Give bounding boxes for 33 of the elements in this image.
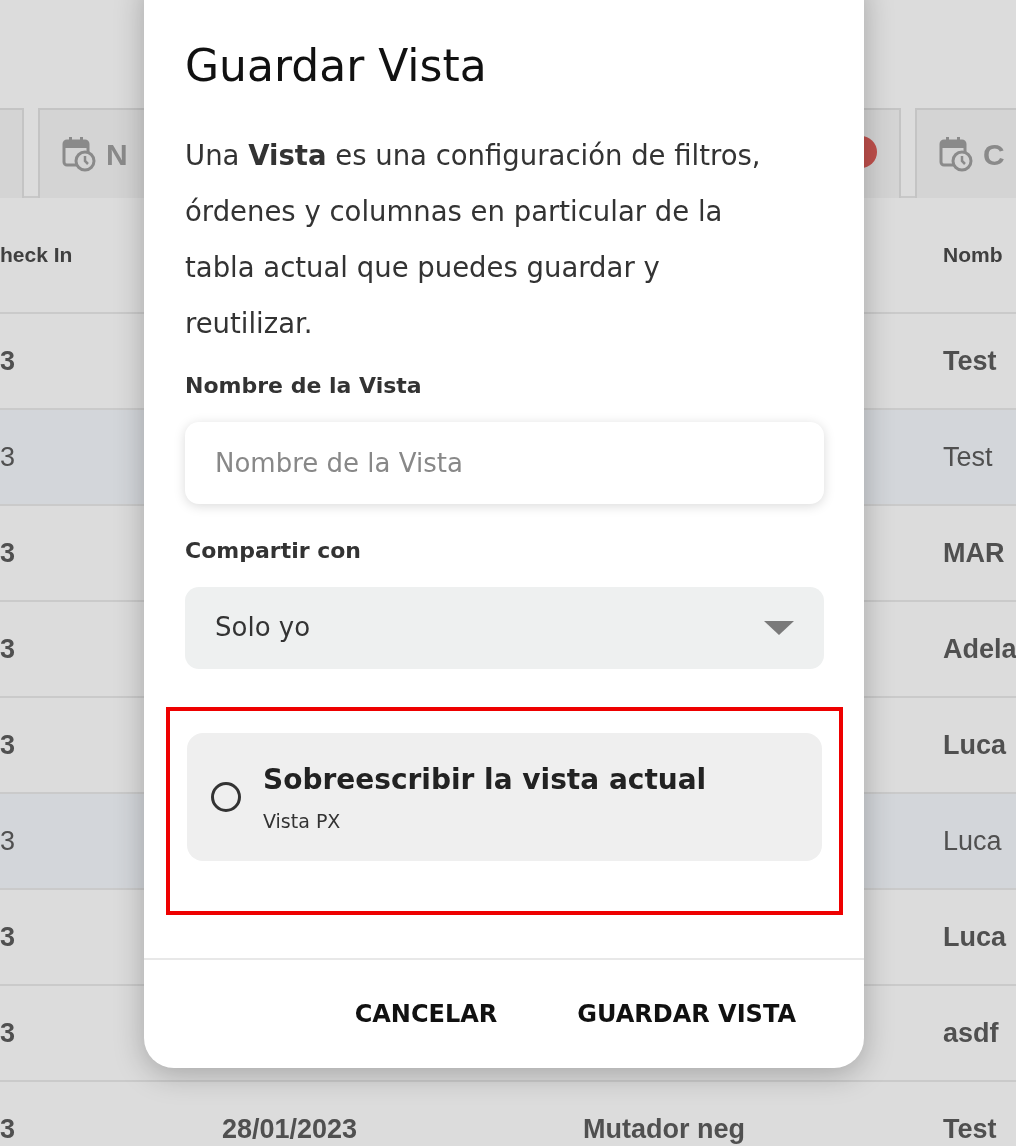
table-cell-text: Luca — [943, 920, 1008, 954]
name-input-field[interactable]: Nombre de la Vista — [185, 421, 824, 504]
table-cell-text: Luca — [943, 824, 1003, 858]
table-cell-text: 3 — [0, 344, 17, 378]
table-cell-text: 3 — [0, 1016, 17, 1050]
table-cell-text: Luca — [943, 728, 1008, 762]
option-subtitle: Vista PX — [263, 808, 342, 834]
field-label: Compartir con — [185, 536, 362, 565]
description-text: Una Vista es una configuración de filtros, órdenes y columnas en particular de la tabla actual que puedes guardar y reutilizar. — [185, 137, 762, 341]
table-cell-text: 3 — [0, 920, 17, 954]
field-label: Nombre de la Vista — [185, 371, 423, 400]
table-cell-text: MAR — [943, 536, 1006, 570]
table-cell-text: 3 — [0, 440, 17, 474]
column-header: Nomb — [943, 242, 1004, 269]
table-cell-text: asdf — [943, 1016, 1000, 1050]
table-cell-text: 3 — [0, 1112, 17, 1146]
option-title: Sobreescribir la vista actual — [263, 761, 707, 798]
table-cell-text: 3 — [0, 728, 17, 762]
table-cell-text: Mutador neg — [583, 1112, 746, 1146]
table-cell-text: Adela — [943, 632, 1016, 666]
save-button[interactable]: GUARDAR VISTA — [553, 988, 820, 1040]
table-cell-text: 3 — [0, 632, 17, 666]
table-cell-text: Test — [943, 440, 994, 474]
table-cell-text: Test — [943, 1112, 998, 1146]
table-cell-text: Test — [943, 344, 998, 378]
share-select[interactable]: Solo yo — [185, 586, 824, 669]
tab-label: C — [983, 136, 1005, 173]
dialog-title: Guardar Vista — [185, 40, 488, 93]
tab-label: N — [106, 136, 128, 173]
cancel-button[interactable]: CANCELAR — [330, 988, 522, 1040]
table-cell-text: 3 — [0, 824, 17, 858]
radio-option[interactable]: Sobreescribir la vista actual Vista PX — [187, 732, 822, 862]
table-cell-text: 28/01/2023 — [222, 1112, 359, 1146]
